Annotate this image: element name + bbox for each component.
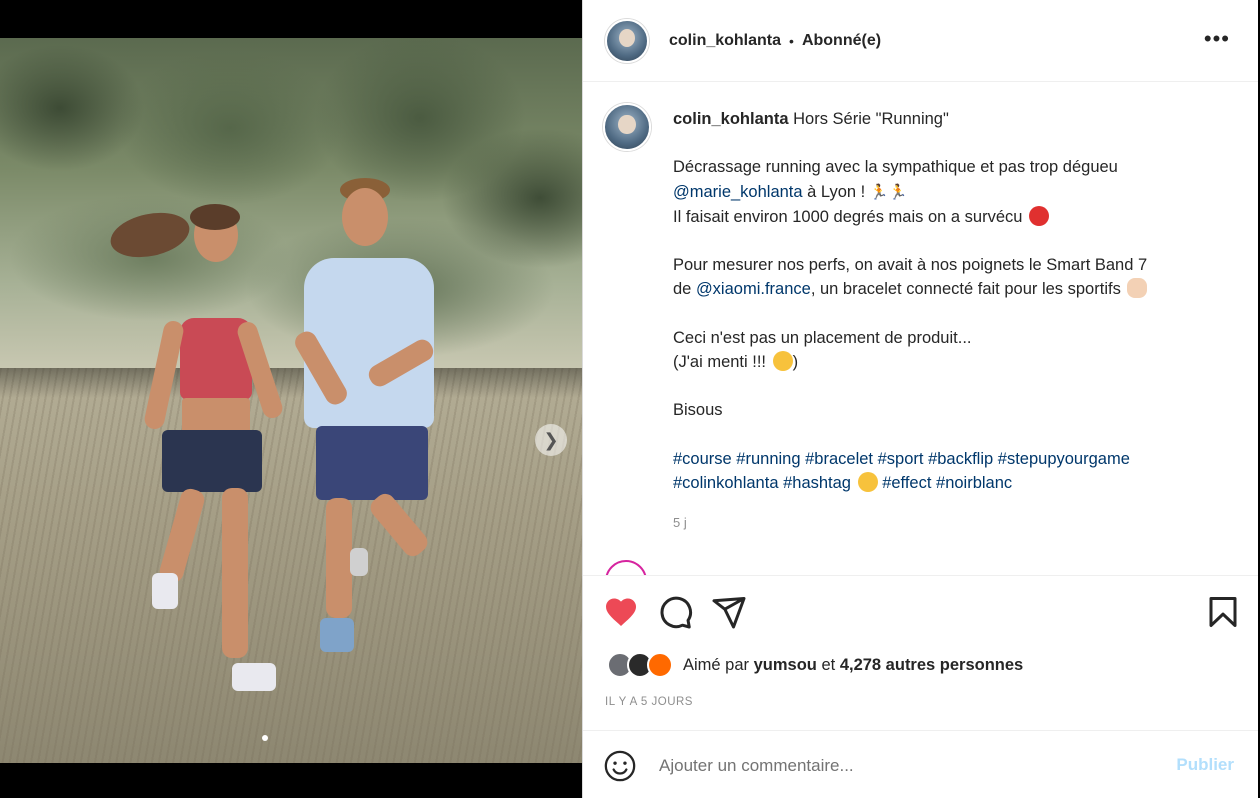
flexed-biceps-emoji-icon: [1127, 278, 1148, 299]
post-header: colin_kohlanta • Abonné(e) •••: [583, 0, 1258, 82]
carousel-dots: [262, 735, 268, 741]
emoji-icon[interactable]: [603, 749, 637, 783]
caption: colin_kohlanta Hors Série "Running" Décr…: [673, 107, 1233, 495]
likes-text: Aimé par yumsou et 4,278 autres personne…: [683, 655, 1024, 674]
chevron-right-icon: ❯: [543, 429, 559, 450]
grin-sweat-emoji-icon: [857, 471, 878, 492]
carousel-dot-active: [262, 735, 268, 741]
hashtag-link[interactable]: #running: [736, 450, 800, 468]
runner-emoji-icon: 🏃🏃: [869, 183, 908, 201]
likes-summary: Aimé par yumsou et 4,278 autres personne…: [607, 652, 1023, 678]
hashtag-link[interactable]: #sport: [878, 450, 924, 468]
hashtag-link[interactable]: #course: [673, 450, 732, 468]
comment-avatar[interactable]: [605, 560, 647, 575]
hashtag-link[interactable]: #hashtag: [783, 474, 851, 492]
comment-input[interactable]: [659, 751, 1159, 781]
publish-button[interactable]: Publier: [1176, 755, 1234, 775]
caption-avatar[interactable]: [603, 103, 651, 151]
caption-title: Hors Série "Running": [788, 110, 949, 128]
hashtag-link[interactable]: #noirblanc: [936, 474, 1012, 492]
post-actions: Aimé par yumsou et 4,278 autres personne…: [583, 575, 1258, 730]
caption-username[interactable]: colin_kohlanta: [673, 110, 789, 128]
comments-section: colin_kohlanta Hors Série "Running" Décr…: [583, 83, 1258, 575]
caption-paragraph-1: Décrassage running avec la sympathique e…: [673, 158, 1118, 226]
caption-paragraph-4: Bisous: [673, 401, 723, 420]
post-media: ❯: [0, 0, 582, 798]
hashtag-link[interactable]: #colinkohlanta: [673, 474, 779, 492]
sweat-smile-emoji-icon: [772, 351, 793, 372]
hashtag-link[interactable]: #stepupyourgame: [998, 450, 1130, 468]
runner-woman: [106, 204, 290, 728]
comment-composer: Publier: [583, 730, 1258, 798]
header-separator: •: [789, 32, 794, 49]
post-photo[interactable]: ❯: [0, 38, 582, 763]
post-panel: colin_kohlanta • Abonné(e) ••• colin_koh…: [582, 0, 1258, 798]
comment-icon[interactable]: [657, 594, 693, 630]
mention-xiaomi[interactable]: @xiaomi.france: [696, 280, 811, 298]
mention-marie[interactable]: @marie_kohlanta: [673, 183, 803, 201]
caption-paragraph-2: Pour mesurer nos perfs, on avait à nos p…: [673, 256, 1148, 299]
hot-face-emoji-icon: [1029, 205, 1050, 226]
hashtag-link[interactable]: #backflip: [928, 450, 993, 468]
caption-paragraph-3: Ceci n'est pas un placement de produit..…: [673, 328, 972, 372]
hashtag-link[interactable]: #effect: [882, 474, 931, 492]
bookmark-icon[interactable]: [1205, 594, 1241, 630]
hashtags: #course #running #bracelet #sport #backf…: [673, 447, 1233, 496]
more-options-icon[interactable]: •••: [1204, 26, 1230, 52]
carousel-next-button[interactable]: ❯: [535, 424, 567, 456]
likes-count[interactable]: 4,278 autres personnes: [840, 656, 1023, 674]
follow-status[interactable]: Abonné(e): [802, 32, 881, 50]
runner-man: [290, 178, 460, 652]
heart-icon[interactable]: [603, 594, 639, 630]
post-date[interactable]: IL Y A 5 JOURS: [605, 696, 693, 708]
caption-time[interactable]: 5 j: [673, 515, 687, 530]
liker-username[interactable]: yumsou: [754, 656, 817, 674]
hashtag-link[interactable]: #bracelet: [805, 450, 873, 468]
author-avatar[interactable]: [605, 18, 649, 63]
share-icon[interactable]: [711, 594, 747, 630]
author-username[interactable]: colin_kohlanta: [669, 32, 781, 50]
liker-avatars[interactable]: [607, 652, 681, 678]
